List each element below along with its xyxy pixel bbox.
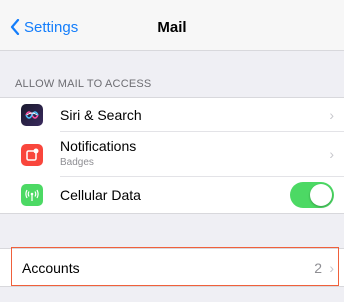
accounts-highlight-box <box>11 247 339 286</box>
cellular-data-row: Cellular Data <box>0 177 344 213</box>
permissions-group: Siri & Search › Notifications Badges › C… <box>0 97 344 214</box>
section-header: ALLOW MAIL TO ACCESS <box>15 78 152 90</box>
cellular-data-label: Cellular Data <box>60 187 141 203</box>
notifications-label: Notifications <box>60 138 137 154</box>
chevron-right-icon: › <box>329 146 334 162</box>
cellular-data-toggle[interactable] <box>290 182 334 208</box>
navigation-bar: Settings Mail <box>0 0 344 51</box>
chevron-right-icon: › <box>329 107 334 123</box>
siri-search-label: Siri & Search <box>60 107 142 123</box>
notifications-row[interactable]: Notifications Badges › <box>0 132 344 177</box>
page-title: Mail <box>157 19 187 36</box>
notifications-sublabel: Badges <box>60 157 94 168</box>
siri-search-row[interactable]: Siri & Search › <box>0 98 344 132</box>
toggle-knob <box>310 184 332 206</box>
siri-icon <box>21 104 43 126</box>
cellular-antenna-icon <box>21 184 43 206</box>
notifications-icon <box>21 144 43 166</box>
